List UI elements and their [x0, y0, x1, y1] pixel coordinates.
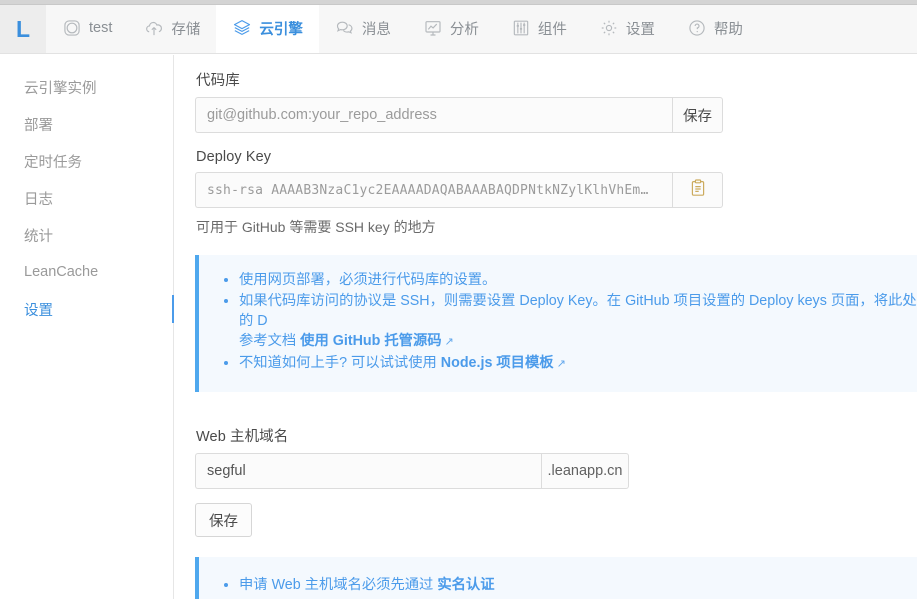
github-doc-link[interactable]: 使用 GitHub 托管源码	[300, 333, 441, 349]
nav-item-label: 存储	[171, 21, 201, 38]
list-item: 不知道如何上手? 可以试试使用 Node.js 项目模板↗	[239, 353, 917, 374]
repo-notice-template-prefix: 不知道如何上手? 可以试试使用	[239, 355, 441, 371]
sidebar-item-instances[interactable]: 云引擎实例	[0, 72, 173, 102]
list-item: 如果代码库访问的协议是 SSH，则需要设置 Deploy Key。在 GitHu…	[239, 291, 917, 352]
nav-item-analytics[interactable]: 分析	[407, 5, 495, 53]
sidebar-item-label: 设置	[24, 302, 53, 319]
repo-input[interactable]: git@github.com:your_repo_address	[195, 97, 672, 133]
sidebar-item-label: 定时任务	[24, 154, 82, 171]
deploy-key-input[interactable]: ssh-rsa AAAAB3NzaC1yc2EAAAADAQABAAABAQDP…	[195, 172, 672, 208]
sidebar-item-label: LeanCache	[24, 264, 99, 280]
web-host-domain-suffix: .leanapp.cn	[541, 453, 629, 489]
question-circle-icon	[687, 18, 707, 38]
nodejs-template-link[interactable]: Node.js 项目模板	[441, 355, 554, 371]
nav-item-label: 分析	[449, 21, 479, 38]
nav-item-label: 消息	[361, 21, 391, 38]
clipboard-icon	[690, 179, 706, 201]
list-item: 使用网页部署，必须进行代码库的设置。	[239, 270, 917, 290]
external-link-icon: ↗	[556, 358, 566, 370]
deploy-key-input-group: ssh-rsa AAAAB3NzaC1yc2EAAAADAQABAAABAQDP…	[195, 172, 723, 208]
nav-item-components[interactable]: 组件	[495, 5, 583, 53]
content-area: 云引擎实例 部署 定时任务 日志 统计 LeanCache 设置 代码库 git…	[0, 55, 917, 599]
nav-item-label: 设置	[625, 21, 655, 38]
app-circle-icon	[62, 18, 82, 38]
web-host-label: Web 主机域名	[196, 429, 289, 445]
sidebar-item-label: 日志	[24, 191, 53, 208]
sidebar-item-settings[interactable]: 设置	[0, 294, 174, 324]
realname-verification-link[interactable]: 实名认证	[437, 577, 494, 593]
repo-notice-list: 使用网页部署，必须进行代码库的设置。 如果代码库访问的协议是 SSH，则需要设置…	[213, 270, 917, 374]
web-host-save-button[interactable]: 保存	[195, 503, 252, 537]
sidebar-item-scheduled-tasks[interactable]: 定时任务	[0, 146, 173, 176]
repo-save-button[interactable]: 保存	[672, 97, 723, 133]
brand-logo-letter: L	[15, 15, 31, 42]
sidebar-item-logs[interactable]: 日志	[0, 183, 173, 213]
repo-input-group: git@github.com:your_repo_address 保存	[195, 97, 723, 133]
repo-label: 代码库	[196, 73, 240, 89]
web-notice-bullet-1-prefix: 申请 Web 主机域名必须先通过	[239, 577, 438, 593]
chart-analytics-icon	[423, 18, 443, 38]
web-notice-list: 申请 Web 主机域名必须先通过 实名认证	[213, 575, 917, 595]
sliders-icon	[511, 18, 531, 38]
web-host-input[interactable]: segful	[195, 453, 541, 489]
web-notice-box: 申请 Web 主机域名必须先通过 实名认证	[195, 557, 917, 599]
deploy-key-hint: 可用于 GitHub 等需要 SSH key 的地方	[196, 219, 436, 235]
repo-notice-box: 使用网页部署，必须进行代码库的设置。 如果代码库访问的协议是 SSH，则需要设置…	[195, 255, 917, 392]
nav-item-label: 组件	[537, 21, 567, 38]
list-item: 申请 Web 主机域名必须先通过 实名认证	[239, 575, 917, 595]
web-host-input-group: segful .leanapp.cn	[195, 453, 629, 489]
nav-item-label: test	[89, 20, 113, 36]
sidebar: 云引擎实例 部署 定时任务 日志 统计 LeanCache 设置	[0, 55, 174, 599]
top-navigation-bar: L test 存储 云引擎 消息 分析 组件 设置 帮助	[0, 5, 917, 54]
sidebar-item-deploy[interactable]: 部署	[0, 109, 173, 139]
nav-item-cloud-engine[interactable]: 云引擎	[216, 5, 319, 53]
sidebar-item-leancache[interactable]: LeanCache	[0, 257, 173, 287]
nav-item-storage[interactable]: 存储	[128, 5, 216, 53]
page-root: L test 存储 云引擎 消息 分析 组件 设置 帮助 云引擎实例 部署 定时…	[0, 0, 917, 599]
nav-item-help[interactable]: 帮助	[671, 5, 759, 53]
gear-icon	[599, 18, 619, 38]
nav-item-test[interactable]: test	[46, 5, 128, 53]
sidebar-item-label: 部署	[24, 117, 53, 134]
layers-icon	[232, 18, 252, 38]
external-link-icon: ↗	[444, 336, 454, 348]
repo-notice-bullet-2: 如果代码库访问的协议是 SSH，则需要设置 Deploy Key。在 GitHu…	[239, 293, 917, 329]
nav-item-messages[interactable]: 消息	[319, 5, 407, 53]
deploy-key-label: Deploy Key	[196, 149, 272, 165]
nav-item-settings[interactable]: 设置	[583, 5, 671, 53]
chat-bubble-icon	[335, 18, 355, 38]
nav-item-label: 云引擎	[259, 21, 303, 38]
main-panel: 代码库 git@github.com:your_repo_address 保存 …	[174, 55, 917, 599]
sidebar-item-label: 云引擎实例	[24, 80, 97, 97]
nav-item-label: 帮助	[713, 21, 743, 38]
repo-notice-bullet-1: 使用网页部署，必须进行代码库的设置。	[239, 272, 497, 288]
sidebar-item-statistics[interactable]: 统计	[0, 220, 173, 250]
deploy-key-copy-button[interactable]	[672, 172, 723, 208]
sidebar-item-label: 统计	[24, 228, 53, 245]
cloud-storage-icon	[144, 18, 164, 38]
brand-logo[interactable]: L	[0, 5, 46, 53]
repo-notice-doc-prefix: 参考文档	[239, 333, 301, 349]
